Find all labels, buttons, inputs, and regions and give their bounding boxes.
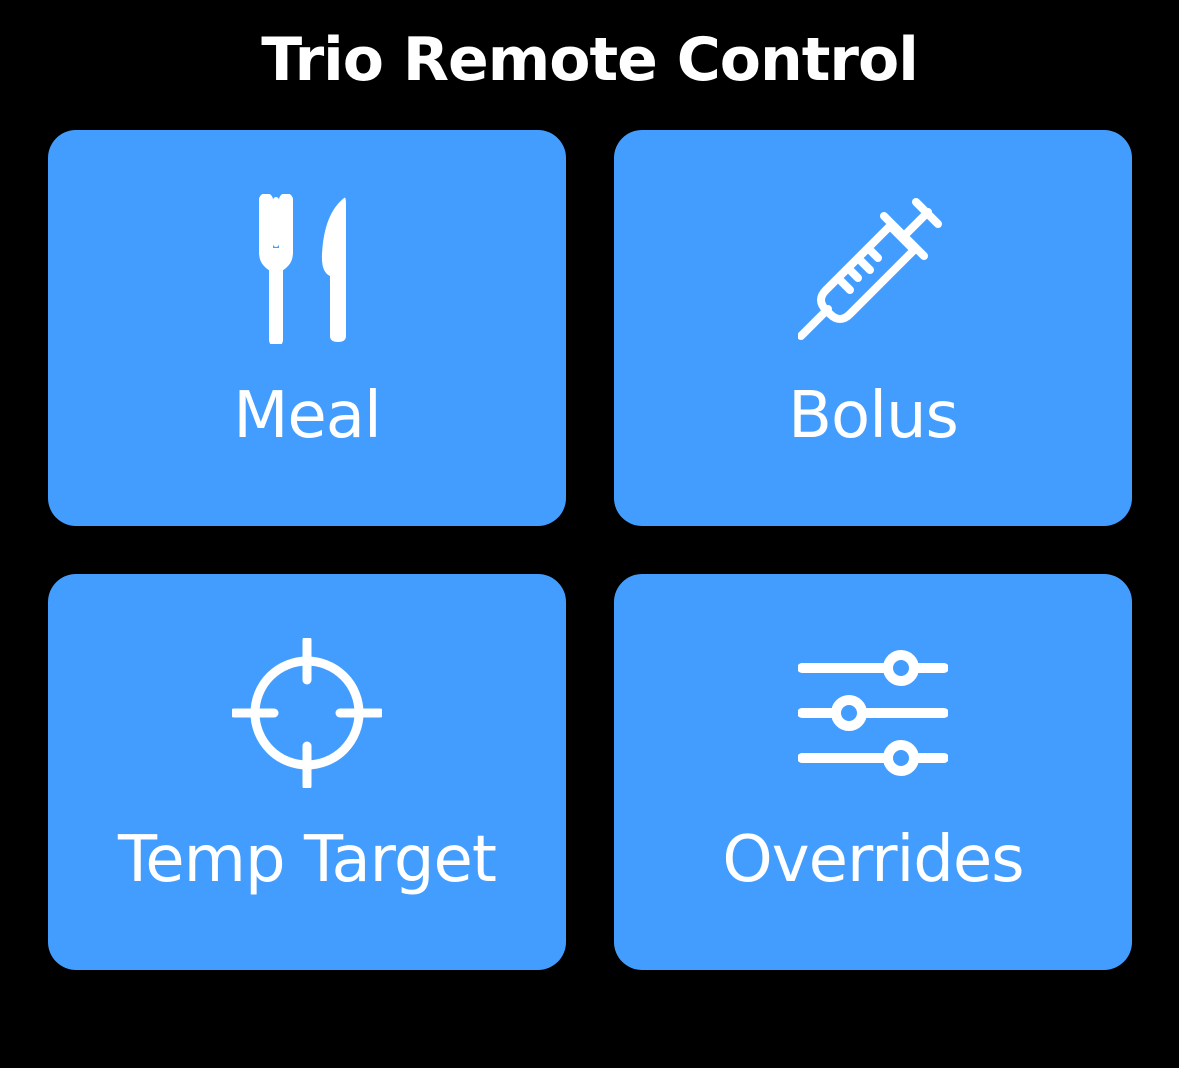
scope-icon: [232, 638, 382, 788]
bolus-label: Bolus: [788, 379, 959, 453]
syringe-icon: [798, 194, 948, 344]
meal-label: Meal: [233, 379, 382, 453]
overrides-button[interactable]: Overrides: [614, 574, 1132, 970]
bolus-button[interactable]: Bolus: [614, 130, 1132, 526]
meal-button[interactable]: Meal: [48, 130, 566, 526]
page-title: Trio Remote Control: [261, 25, 919, 95]
temp-target-button[interactable]: Temp Target: [48, 574, 566, 970]
temp-target-label: Temp Target: [118, 823, 497, 897]
fork-knife-icon: [232, 194, 382, 344]
sliders-icon: [798, 638, 948, 788]
overrides-label: Overrides: [722, 823, 1024, 897]
